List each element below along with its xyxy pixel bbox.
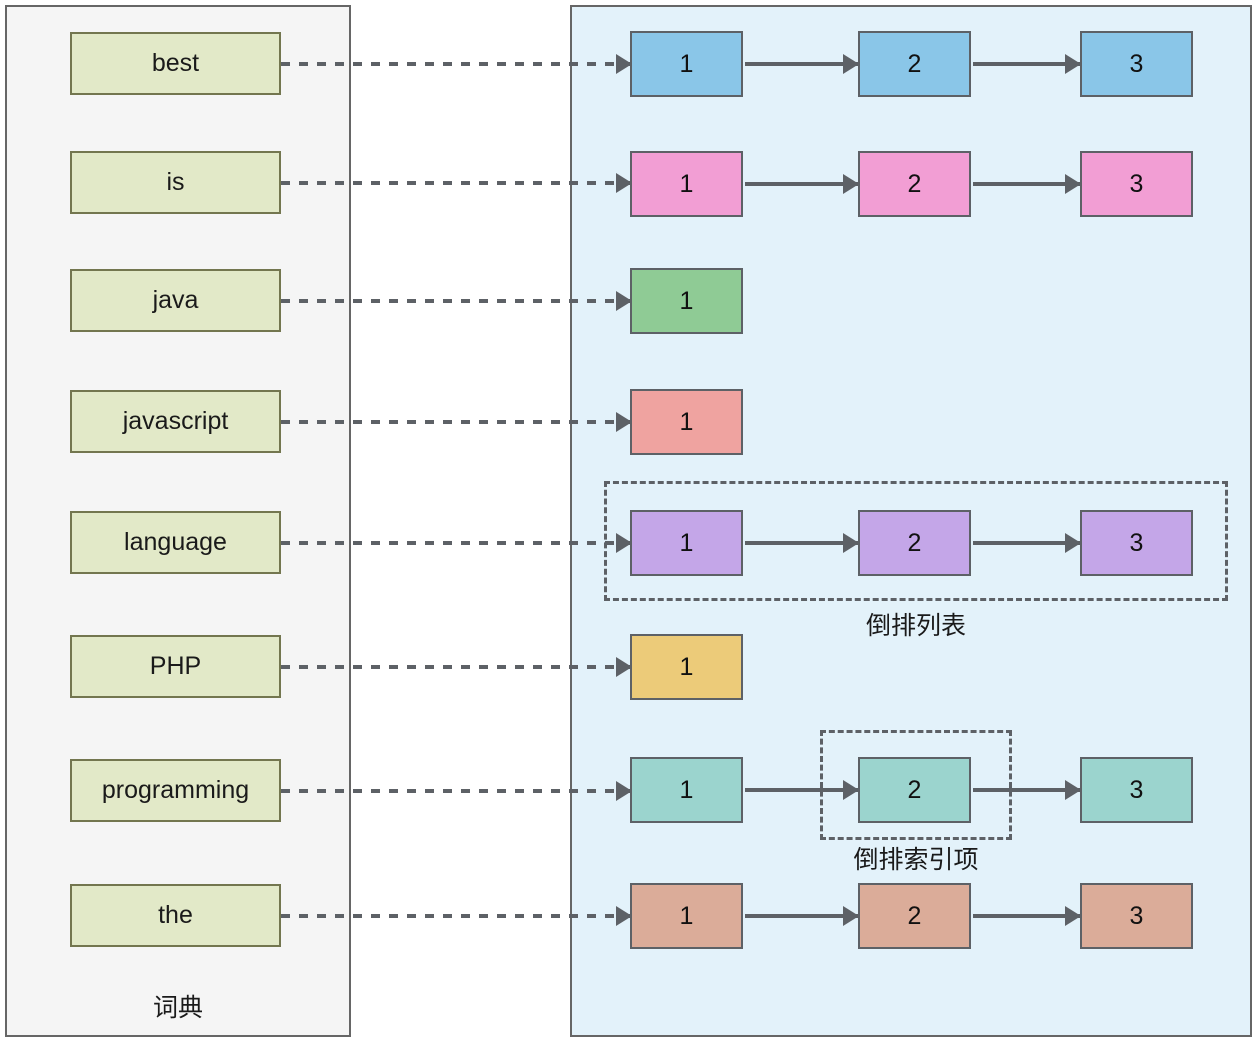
- dictionary-term-the[interactable]: the: [70, 884, 281, 947]
- posting-language-doc-2[interactable]: 2: [858, 510, 971, 576]
- posting-programming-doc-3[interactable]: 3: [1080, 757, 1193, 823]
- link-arrow-php: [281, 665, 630, 669]
- connector-is-1-2: [745, 182, 858, 186]
- connector-best-2-3: [973, 62, 1080, 66]
- connector-the-2-3: [973, 914, 1080, 918]
- posting-javascript-doc-1[interactable]: 1: [630, 389, 743, 455]
- posting-programming-doc-1[interactable]: 1: [630, 757, 743, 823]
- connector-the-1-2: [745, 914, 858, 918]
- link-arrow-language: [281, 541, 630, 545]
- dictionary-term-best[interactable]: best: [70, 32, 281, 95]
- posting-the-doc-2[interactable]: 2: [858, 883, 971, 949]
- posting-the-doc-1[interactable]: 1: [630, 883, 743, 949]
- dictionary-term-javascript[interactable]: javascript: [70, 390, 281, 453]
- connector-best-1-2: [745, 62, 858, 66]
- posting-best-doc-1[interactable]: 1: [630, 31, 743, 97]
- link-arrow-java: [281, 299, 630, 303]
- dictionary-caption: 词典: [152, 994, 203, 1022]
- dictionary-term-language[interactable]: language: [70, 511, 281, 574]
- connector-language-2-3: [973, 541, 1080, 545]
- link-arrow-javascript: [281, 420, 630, 424]
- dictionary-term-java[interactable]: java: [70, 269, 281, 332]
- posting-is-doc-3[interactable]: 3: [1080, 151, 1193, 217]
- link-arrow-the: [281, 914, 630, 918]
- posting-language-doc-1[interactable]: 1: [630, 510, 743, 576]
- posting-language-doc-3[interactable]: 3: [1080, 510, 1193, 576]
- posting-java-doc-1[interactable]: 1: [630, 268, 743, 334]
- link-arrow-best: [281, 62, 630, 66]
- inverted-index-entry-label: 倒排索引项: [853, 846, 979, 874]
- connector-is-2-3: [973, 182, 1080, 186]
- dictionary-term-is[interactable]: is: [70, 151, 281, 214]
- dictionary-term-php[interactable]: PHP: [70, 635, 281, 698]
- inverted-index-entry-highlight: [820, 730, 1012, 840]
- posting-best-doc-3[interactable]: 3: [1080, 31, 1193, 97]
- connector-language-1-2: [745, 541, 858, 545]
- diagram-canvas: best is java javascript language PHP pro…: [0, 0, 1258, 1042]
- posting-is-doc-2[interactable]: 2: [858, 151, 971, 217]
- link-arrow-programming: [281, 789, 630, 793]
- posting-php-doc-1[interactable]: 1: [630, 634, 743, 700]
- posting-best-doc-2[interactable]: 2: [858, 31, 971, 97]
- posting-is-doc-1[interactable]: 1: [630, 151, 743, 217]
- link-arrow-is: [281, 181, 630, 185]
- dictionary-term-programming[interactable]: programming: [70, 759, 281, 822]
- posting-the-doc-3[interactable]: 3: [1080, 883, 1193, 949]
